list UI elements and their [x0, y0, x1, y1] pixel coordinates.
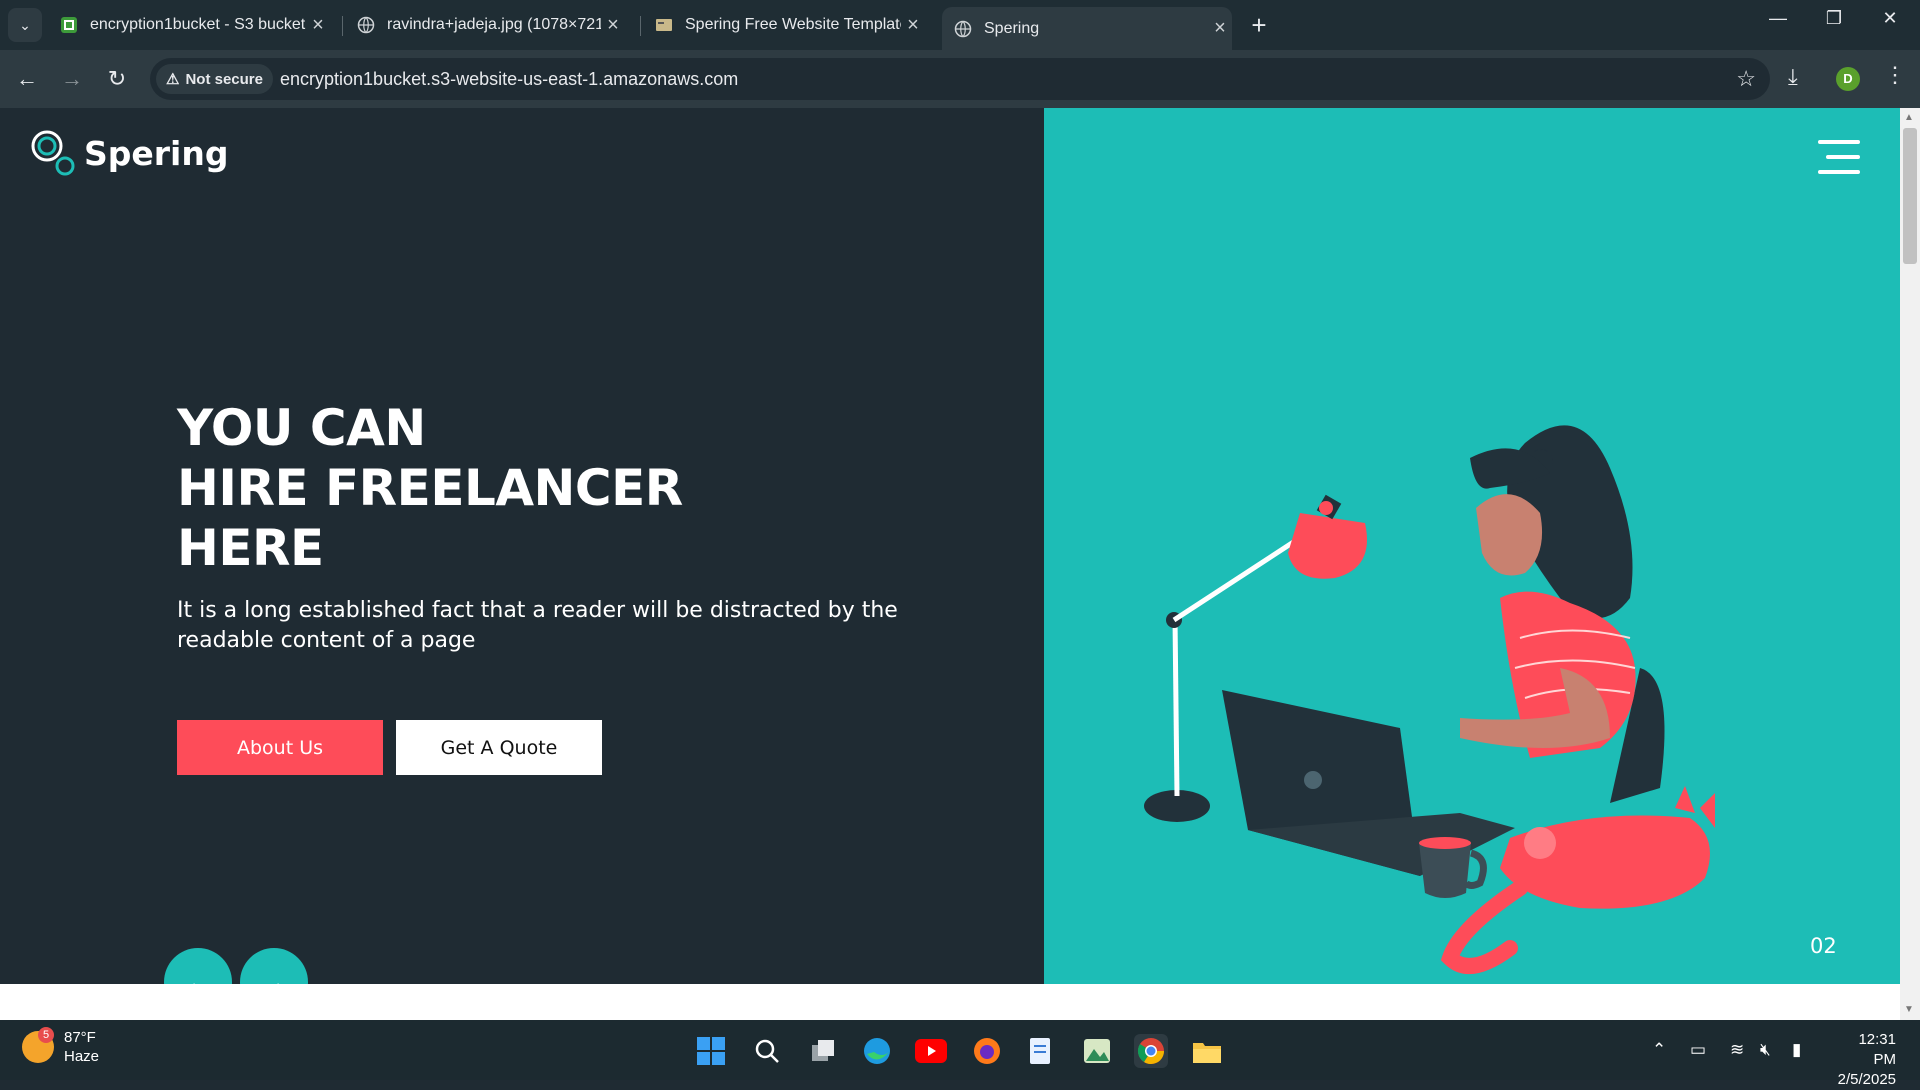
page-viewport: Spering YOU CAN HIRE FREELANCER HERE It …: [0, 108, 1900, 984]
security-chip[interactable]: ⚠ Not secure: [156, 64, 273, 94]
notepad-icon[interactable]: [1024, 1034, 1058, 1068]
restore-button[interactable]: ❐: [1814, 8, 1854, 29]
tab-spering-active[interactable]: Spering ×: [942, 7, 1232, 50]
bookmark-star-icon[interactable]: ☆: [1736, 66, 1756, 92]
omnibox[interactable]: ⚠ Not secure encryption1bucket.s3-websit…: [150, 58, 1770, 100]
get-quote-button[interactable]: Get A Quote: [396, 720, 602, 775]
freelancer-illustration: [1144, 425, 1715, 974]
scroll-down-icon[interactable]: ▼: [1904, 1004, 1914, 1015]
weather-badge: 5: [38, 1027, 54, 1043]
close-icon[interactable]: ×: [601, 14, 625, 37]
about-us-button[interactable]: About Us: [177, 720, 383, 775]
file-explorer-icon[interactable]: [1190, 1034, 1224, 1068]
weather-haze-icon: 5: [22, 1027, 54, 1063]
logo-text: Spering: [84, 133, 229, 173]
tab-separator: [640, 16, 641, 36]
restore-icon: ❐: [1825, 8, 1843, 28]
address-bar: ← → ↻ ⚠ Not secure encryption1bucket.s3-…: [0, 50, 1920, 108]
close-icon[interactable]: ×: [901, 14, 925, 37]
chevron-up-icon[interactable]: ⌃: [1652, 1040, 1666, 1060]
site-logo[interactable]: Spering: [30, 128, 228, 178]
logo-circles-icon: [31, 130, 75, 176]
photos-icon[interactable]: [1080, 1034, 1114, 1068]
new-tab-button[interactable]: +: [1244, 10, 1274, 41]
tab-title: Spering: [984, 19, 1040, 37]
weather-condition: Haze: [64, 1048, 100, 1065]
globe-icon: [357, 16, 375, 34]
close-icon: ✕: [1882, 8, 1898, 28]
close-window-button[interactable]: ✕: [1870, 8, 1910, 29]
back-button[interactable]: ←: [12, 64, 42, 94]
tab-image[interactable]: ravindra+jadeja.jpg (1078×721) ×: [357, 8, 625, 42]
reload-button[interactable]: ↻: [102, 64, 132, 94]
weather-temp: 87°F: [64, 1029, 96, 1046]
hamburger-menu-icon[interactable]: [1818, 140, 1860, 174]
youtube-icon[interactable]: [914, 1034, 948, 1068]
arrow-right-icon: →: [261, 966, 287, 985]
chrome-icon[interactable]: [1134, 1034, 1168, 1068]
tablet-mode-icon[interactable]: ▭: [1690, 1040, 1706, 1060]
url-text[interactable]: encryption1bucket.s3-website-us-east-1.a…: [280, 69, 738, 90]
arrow-left-icon: ←: [16, 66, 38, 91]
more-menu-icon[interactable]: ⋮: [1884, 62, 1906, 88]
warning-icon: ⚠: [166, 71, 180, 88]
reload-icon: ↻: [107, 66, 127, 91]
tab-separator: [342, 16, 343, 36]
slide-number: 02: [1810, 934, 1837, 958]
tab-title: Spering Free Website Template: [685, 16, 901, 33]
scroll-up-icon[interactable]: ▲: [1904, 112, 1914, 123]
minimize-icon: —: [1769, 8, 1787, 28]
headline-line: YOU CAN: [177, 399, 426, 457]
headline-line: HERE: [177, 519, 324, 577]
hero-left-panel: Spering YOU CAN HIRE FREELANCER HERE It …: [0, 108, 1044, 984]
page-icon: [656, 19, 672, 31]
battery-icon[interactable]: ▮: [1792, 1040, 1801, 1060]
headline-line: HIRE FREELANCER: [177, 459, 683, 517]
search-icon[interactable]: [750, 1034, 784, 1068]
close-icon[interactable]: ×: [306, 14, 330, 37]
globe-icon: [954, 20, 972, 37]
close-icon[interactable]: ×: [1208, 17, 1232, 40]
download-icon[interactable]: ⤓: [1788, 64, 1798, 90]
tab-template[interactable]: Spering Free Website Template ×: [655, 8, 925, 42]
clock-date: 2/5/2025: [1837, 1071, 1896, 1088]
s3-icon: [61, 17, 77, 33]
wifi-icon[interactable]: ≋: [1730, 1040, 1744, 1060]
profile-avatar[interactable]: D: [1836, 67, 1860, 91]
minimize-button[interactable]: —: [1758, 8, 1798, 29]
tab-s3-bucket[interactable]: encryption1bucket - S3 bucket | ×: [60, 8, 330, 42]
page-below-fold: [0, 984, 1900, 1020]
edge-icon[interactable]: [860, 1034, 894, 1068]
tab-bar: ⌄ encryption1bucket - S3 bucket | × ravi…: [0, 0, 1920, 50]
volume-muted-icon[interactable]: 🔇︎: [1760, 1040, 1771, 1060]
windows-taskbar: [0, 1020, 1920, 1080]
forward-button[interactable]: →: [57, 64, 87, 94]
arrow-right-icon: →: [61, 66, 83, 91]
tab-title: ravindra+jadeja.jpg (1078×721): [387, 16, 601, 33]
system-clock[interactable]: 12:31 PM 2/5/2025: [1832, 1030, 1896, 1090]
clock-time: 12:31 PM: [1858, 1031, 1896, 1068]
chevron-down-icon: ⌄: [19, 16, 31, 33]
firefox-icon[interactable]: [970, 1034, 1004, 1068]
task-view-icon[interactable]: [806, 1034, 840, 1068]
arrow-left-icon: ←: [185, 966, 211, 985]
scrollbar-thumb[interactable]: [1903, 128, 1917, 264]
plus-icon: +: [1251, 10, 1267, 40]
windows-start-icon[interactable]: [694, 1034, 728, 1068]
hero-description: It is a long established fact that a rea…: [177, 598, 898, 653]
tab-title: encryption1bucket - S3 bucket |: [90, 16, 306, 33]
weather-widget[interactable]: 5 87°F Haze: [22, 1027, 100, 1066]
tab-search-button[interactable]: ⌄: [8, 8, 42, 42]
security-label: Not secure: [185, 70, 263, 88]
hero-headline: YOU CAN HIRE FREELANCER HERE: [177, 398, 683, 578]
